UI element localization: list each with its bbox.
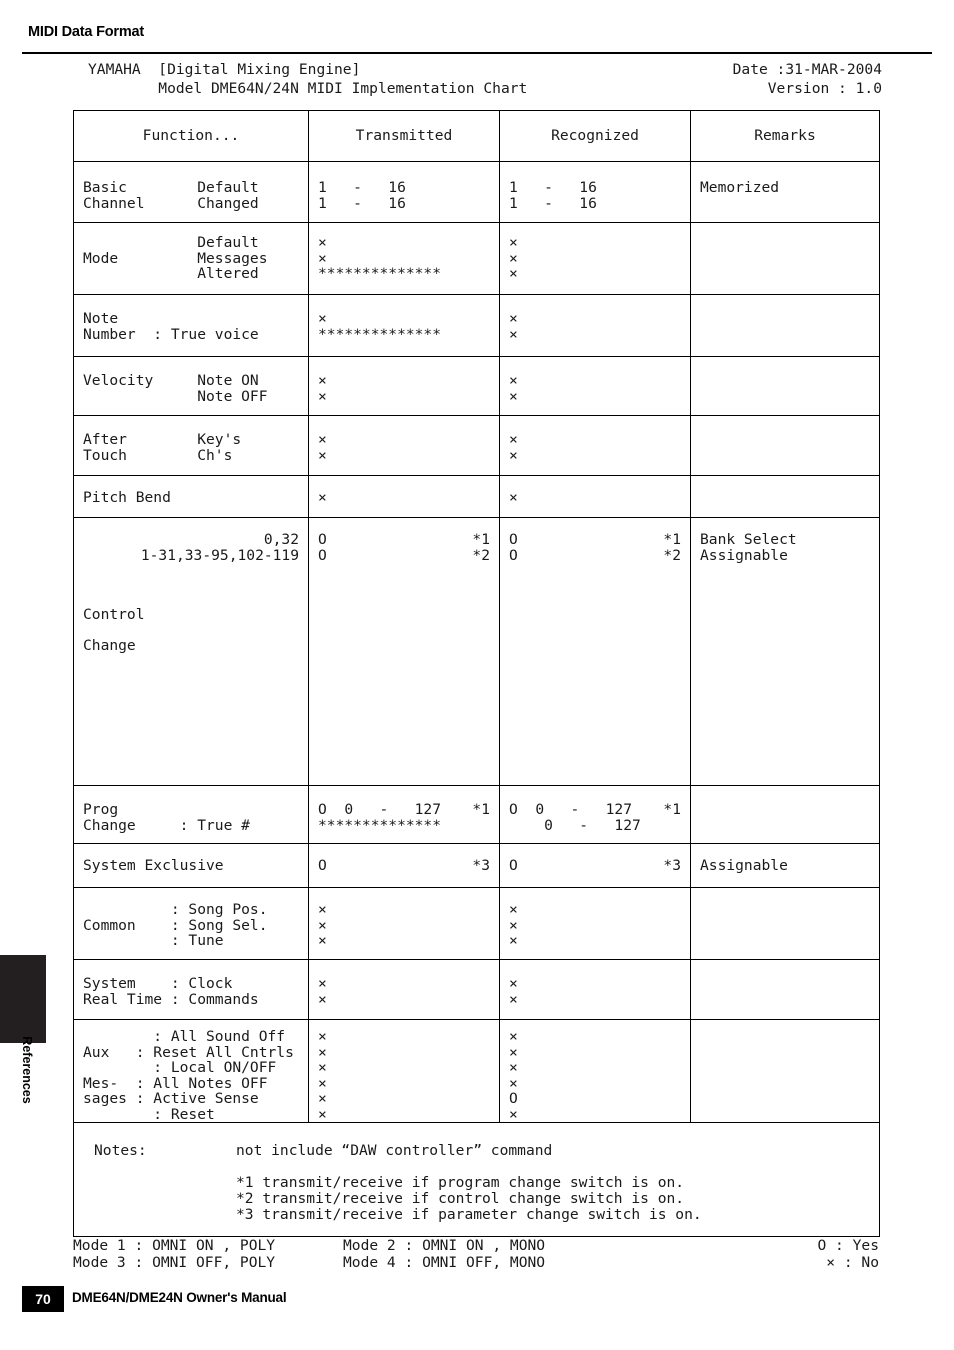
- row-velocity-remarks: [691, 357, 879, 373]
- row-mode-function: Default Mode Messages Altered: [83, 234, 268, 282]
- table-header-row: Function... Transmitted Recognized Remar…: [73, 110, 880, 162]
- legend-symbol-no: × : No: [826, 1254, 879, 1271]
- legend-mode-3: Mode 3 : OMNI OFF, POLY: [73, 1254, 276, 1271]
- mode-legend: Mode 1 : OMNI ON , POLY Mode 2 : OMNI ON…: [73, 1238, 879, 1272]
- row-aux-messages-recognized: × × × × O ×: [509, 1028, 518, 1123]
- row-system-exclusive-function: System Exclusive: [83, 857, 224, 874]
- row-mode-recognized: × × ×: [509, 234, 518, 282]
- row-prog-change-recognized-note: *1: [663, 801, 681, 818]
- section-tab-label: References: [20, 1036, 34, 1104]
- row-control-change-cc-numbers: 0,32 1-31,33-95,102-119: [140, 531, 299, 564]
- row-after-touch-recognized: × ×: [509, 431, 518, 464]
- row-pitch-bend-recognized: ×: [509, 489, 518, 506]
- column-header-recognized: Recognized: [551, 127, 639, 144]
- row-aux-messages-transmitted: × × × × × ×: [318, 1028, 327, 1123]
- footer-manual-title: DME64N/DME24N Owner's Manual: [72, 1290, 287, 1305]
- row-common-transmitted: × × ×: [318, 901, 327, 949]
- row-control-change-recognized-note: *1 *2: [663, 531, 681, 564]
- table-row: 0,32 1-31,33-95,102-119 Control Change O…: [73, 517, 880, 786]
- row-note-number-transmitted: × **************: [318, 310, 442, 343]
- row-basic-channel-function: Basic Default Channel Changed: [83, 179, 259, 212]
- notes-item-3: *3 transmit/receive if parameter change …: [236, 1206, 702, 1223]
- chart-header: YAMAHA [Digital Mixing Engine] Date :31-…: [70, 62, 882, 100]
- row-velocity-transmitted: × ×: [318, 372, 327, 405]
- page-number: 70: [22, 1286, 64, 1312]
- row-prog-change-transmitted: O 0 - 127 **************: [318, 801, 442, 834]
- row-prog-change-remarks: [691, 786, 879, 802]
- row-after-touch-remarks: [691, 416, 879, 432]
- legend-symbol-yes: O : Yes: [817, 1237, 879, 1254]
- header-rule: [22, 52, 932, 54]
- table-row: : Song Pos. Common : Song Sel. : Tune × …: [73, 887, 880, 960]
- row-aux-messages-function: : All Sound Off Aux : Reset All Cntrls :…: [83, 1028, 294, 1123]
- table-row: Prog Change : True # O 0 - 127 *********…: [73, 785, 880, 844]
- row-common-remarks: [691, 888, 879, 902]
- row-mode-remarks: [691, 223, 879, 235]
- row-basic-channel-recognized: 1 - 16 1 - 16: [509, 179, 597, 212]
- row-pitch-bend-function: Pitch Bend: [83, 489, 171, 506]
- row-velocity-function: Velocity Note ON Note OFF: [83, 372, 268, 405]
- chart-header-line1-right: Date :31-MAR-2004: [732, 61, 882, 78]
- row-system-exclusive-recognized: O: [509, 857, 518, 874]
- chart-header-line1-left: YAMAHA [Digital Mixing Engine]: [88, 61, 361, 78]
- row-control-change-remarks: Bank Select Assignable: [700, 531, 797, 564]
- row-note-number-function: Note Number : True voice: [83, 310, 259, 343]
- row-system-exclusive-transmitted-note: *3: [472, 857, 490, 874]
- column-header-remarks: Remarks: [754, 127, 816, 144]
- row-prog-change-transmitted-note: *1: [472, 801, 490, 818]
- row-system-real-time-recognized: × ×: [509, 975, 518, 1008]
- notes-label: Notes:: [94, 1142, 147, 1159]
- notes-item-1: *1 transmit/receive if program change sw…: [236, 1174, 685, 1191]
- row-control-change-transmitted-note: *1 *2: [472, 531, 490, 564]
- chart-header-line2-right: Version : 1.0: [767, 80, 882, 97]
- row-control-change-function: Control Change: [83, 606, 145, 654]
- row-note-number-recognized: × ×: [509, 310, 518, 343]
- column-header-transmitted: Transmitted: [355, 127, 453, 144]
- row-pitch-bend-remarks: [691, 476, 879, 490]
- table-row: System Exclusive O *3 O *3 Assignable: [73, 843, 880, 888]
- row-mode-transmitted: × × **************: [318, 234, 442, 282]
- row-control-change-transmitted: O O: [318, 531, 327, 564]
- row-system-exclusive-transmitted: O: [318, 857, 327, 874]
- row-common-recognized: × × ×: [509, 901, 518, 949]
- row-system-real-time-function: System : Clock Real Time : Commands: [83, 975, 259, 1008]
- row-prog-change-function: Prog Change : True #: [83, 801, 250, 834]
- notes-main-text: not include “DAW controller” command: [236, 1142, 553, 1159]
- legend-mode-1: Mode 1 : OMNI ON , POLY: [73, 1237, 276, 1254]
- row-basic-channel-transmitted: 1 - 16 1 - 16: [318, 179, 406, 212]
- table-row: Velocity Note ON Note OFF × × × ×: [73, 356, 880, 416]
- table-row: Pitch Bend × ×: [73, 475, 880, 518]
- table-row: After Key's Touch Ch's × × × ×: [73, 415, 880, 476]
- row-control-change-recognized: O O: [509, 531, 518, 564]
- table-row: System : Clock Real Time : Commands × × …: [73, 959, 880, 1020]
- notes-row: Notes: not include “DAW controller” comm…: [73, 1122, 880, 1237]
- chart-header-line2-left: Model DME64N/24N MIDI Implementation Cha…: [88, 80, 528, 97]
- midi-implementation-chart: Function... Transmitted Recognized Remar…: [73, 110, 880, 1237]
- table-row: Note Number : True voice × *************…: [73, 294, 880, 357]
- row-velocity-recognized: × ×: [509, 372, 518, 405]
- row-system-exclusive-recognized-note: *3: [663, 857, 681, 874]
- row-prog-change-recognized: O 0 - 127 0 - 127: [509, 801, 641, 834]
- column-header-function: Function...: [142, 127, 240, 144]
- row-common-function: : Song Pos. Common : Song Sel. : Tune: [83, 901, 268, 949]
- running-head: MIDI Data Format: [28, 24, 145, 40]
- row-system-real-time-remarks: [691, 960, 879, 976]
- table-row: Basic Default Channel Changed 1 - 16 1 -…: [73, 161, 880, 223]
- row-system-exclusive-remarks: Assignable: [700, 857, 788, 874]
- table-row: : All Sound Off Aux : Reset All Cntrls :…: [73, 1019, 880, 1123]
- row-after-touch-transmitted: × ×: [318, 431, 327, 464]
- row-basic-channel-remarks: Memorized: [700, 179, 780, 196]
- row-aux-messages-remarks: [691, 1020, 879, 1029]
- table-row: Default Mode Messages Altered × × ******…: [73, 222, 880, 295]
- row-system-real-time-transmitted: × ×: [318, 975, 327, 1008]
- legend-mode-2: Mode 2 : OMNI ON , MONO: [343, 1237, 546, 1254]
- row-note-number-remarks: [691, 295, 879, 311]
- notes-item-2: *2 transmit/receive if control change sw…: [236, 1190, 685, 1207]
- row-after-touch-function: After Key's Touch Ch's: [83, 431, 242, 464]
- row-pitch-bend-transmitted: ×: [318, 489, 327, 506]
- legend-mode-4: Mode 4 : OMNI OFF, MONO: [343, 1254, 546, 1271]
